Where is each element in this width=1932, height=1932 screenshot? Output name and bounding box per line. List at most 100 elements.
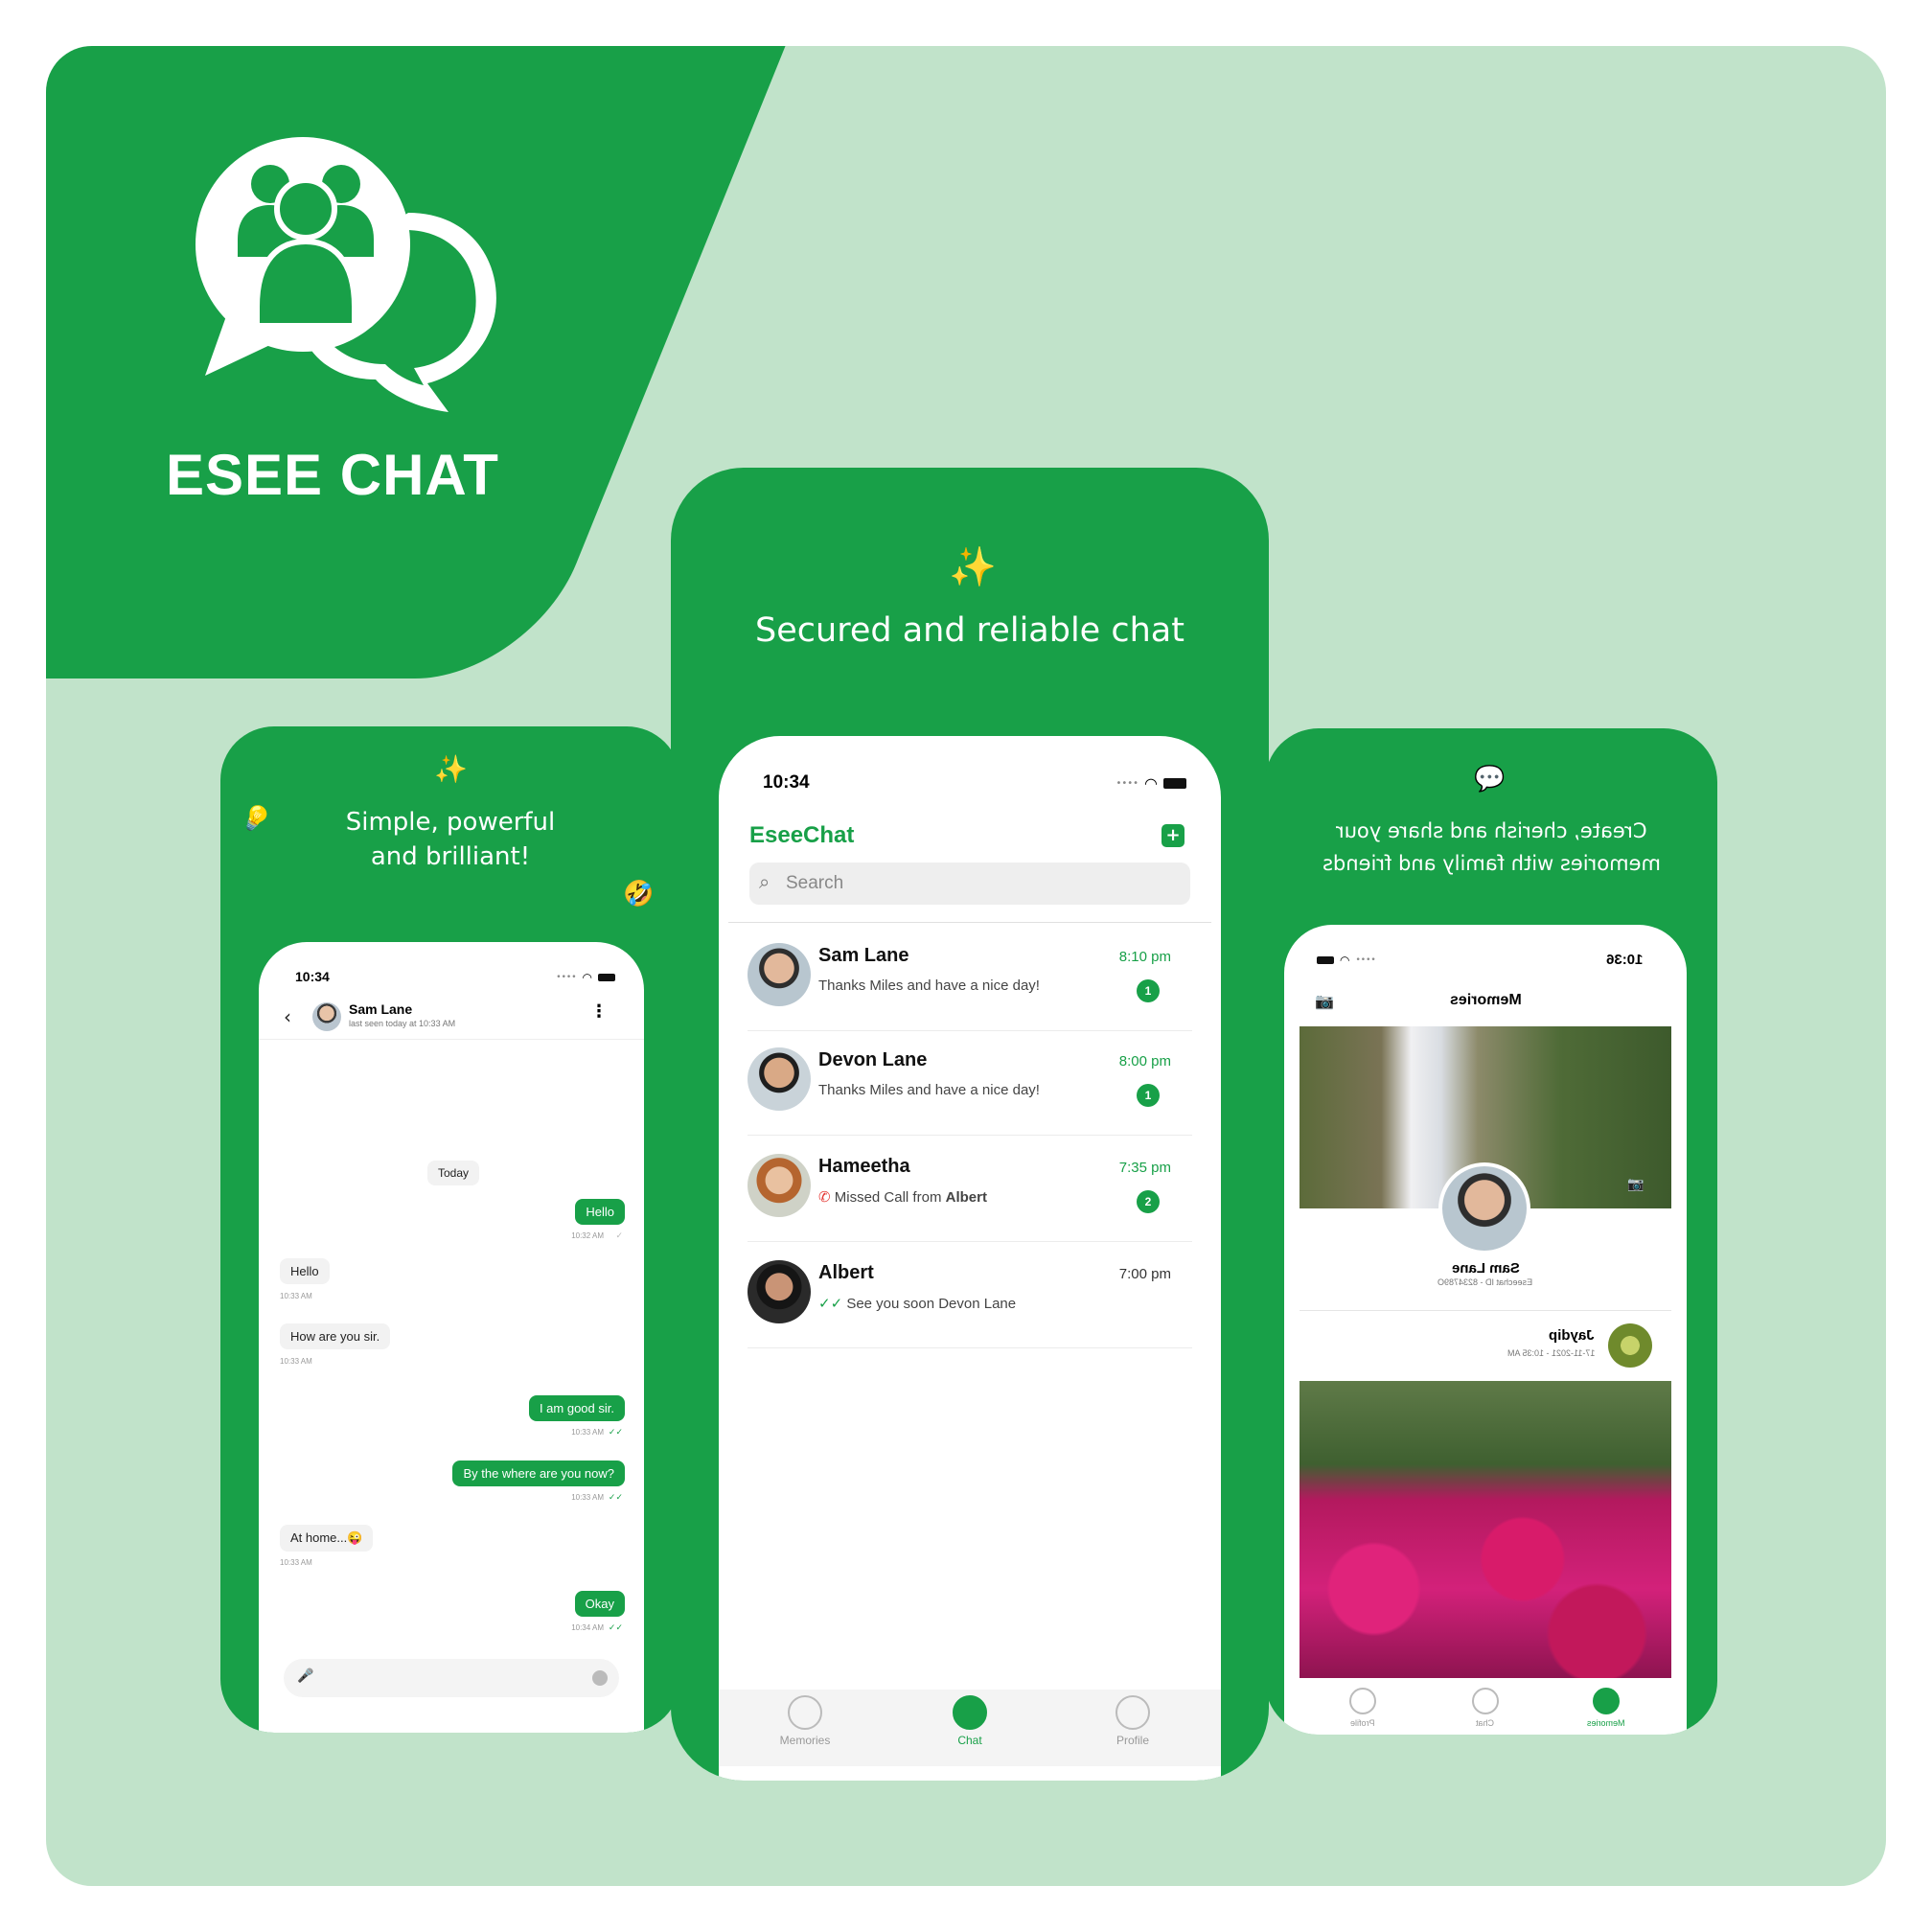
tab-memories[interactable]: Memories — [1549, 1688, 1664, 1728]
wifi-icon: ◠ — [582, 971, 592, 984]
change-cover-icon[interactable]: 📷 — [1627, 1177, 1644, 1192]
tab-label: Profile — [1116, 1734, 1149, 1747]
divider — [1300, 1310, 1671, 1311]
promo-card: ESEE CHAT ✨ 💡 🤣 Simple, powerful and bri… — [46, 46, 1886, 1886]
panel-caption: Simple, powerful and brilliant! — [220, 805, 680, 874]
screen-title-text: Memories — [1449, 992, 1522, 1008]
chat-header: ‹ Sam Lane last seen today at 10:33 AM ⋮ — [259, 996, 644, 1040]
tab-chat[interactable]: Chat — [1428, 1688, 1543, 1728]
profile-id: Eseechat ID - 8234789O — [1284, 1277, 1687, 1287]
read-tick-icon: ✓✓ — [608, 1622, 623, 1632]
message-bubble-out: I am good sir. — [528, 1395, 625, 1421]
group-chat-logo-icon — [196, 137, 496, 412]
chat-list-item[interactable]: Albert ✓✓ See you soon Devon Lane 7:00 p… — [748, 1241, 1192, 1348]
signal-icon: •••• — [556, 973, 577, 982]
read-tick-icon: ✓✓ — [818, 1296, 847, 1312]
missed-call-caller: Albert — [945, 1189, 987, 1206]
message-bubble-out: By the where are you now? — [452, 1460, 625, 1486]
sent-tick-icon: ✓ — [615, 1230, 623, 1240]
chat-name: Hameetha — [818, 1156, 910, 1177]
post-date-text: 17-11-2021 - 10:35 AM — [1506, 1348, 1595, 1358]
more-options-icon[interactable]: ⋮ — [590, 1001, 608, 1022]
contact-avatar[interactable] — [312, 1002, 341, 1031]
wifi-icon: ◠ — [1340, 954, 1350, 967]
search-input[interactable]: ⌕ Search — [749, 862, 1190, 905]
post-date: 17-11-2021 - 10:35 AM — [1507, 1348, 1595, 1358]
post-author-avatar[interactable] — [1608, 1323, 1652, 1368]
caption-line: Simple, powerful — [345, 808, 556, 837]
chat-preview: ✆ Missed Call from Albert — [818, 1188, 987, 1206]
bottom-tab-bar: Memories Chat Profile — [719, 1690, 1221, 1766]
chat-list-item[interactable]: Devon Lane Thanks Miles and have a nice … — [748, 1028, 1192, 1136]
message-time: 10:33 AM — [571, 1493, 604, 1502]
message-time: 10:33 AM — [280, 1357, 312, 1366]
post-author: Jaydip — [1549, 1327, 1595, 1344]
signal-icon: •••• — [1355, 955, 1376, 965]
caption-line: Create, cherish and share your — [1335, 819, 1647, 842]
chat-list-panel: ✨ Secured and reliable chat 10:34 •••• ◠… — [671, 468, 1269, 1781]
chat-time: 7:00 pm — [1118, 1266, 1171, 1282]
memories-icon — [788, 1695, 822, 1730]
tab-profile[interactable]: Profile — [1075, 1695, 1190, 1747]
chat-list-item[interactable]: Hameetha ✆ Missed Call from Albert 7:35 … — [748, 1135, 1192, 1242]
tab-label: Memories — [779, 1734, 831, 1747]
chat-preview-text: See you soon Devon Lane — [846, 1296, 1017, 1312]
chat-name: Sam Lane — [818, 945, 909, 966]
chat-time: 8:10 pm — [1118, 949, 1171, 965]
avatar — [748, 1047, 811, 1111]
chat-name: Albert — [818, 1262, 874, 1283]
chat-list-item[interactable]: Sam Lane Thanks Miles and have a nice da… — [748, 924, 1192, 1031]
message-bubble-out: Okay — [574, 1591, 625, 1617]
chat-screen-panel: ✨ 💡 🤣 Simple, powerful and brilliant! 10… — [220, 726, 680, 1733]
message-time: 10:33 AM — [280, 1292, 312, 1300]
laughing-emoji-icon: 🤣 — [623, 880, 655, 908]
tab-label: Profile — [1350, 1718, 1375, 1728]
tab-chat[interactable]: Chat — [912, 1695, 1027, 1747]
panel-caption: Secured and reliable chat — [755, 611, 1184, 650]
signal-icon: •••• — [1116, 778, 1139, 789]
chat-preview: ✓✓ See you soon Devon Lane — [818, 1295, 1016, 1312]
profile-icon — [1349, 1688, 1376, 1714]
status-icons: •••• ◠ — [556, 971, 615, 984]
tab-label: Memories — [1587, 1718, 1625, 1728]
status-time: 10:34 — [295, 969, 330, 984]
unread-badge: 2 — [1137, 1190, 1160, 1213]
chat-preview: Thanks Miles and have a nice day! — [818, 1082, 1040, 1098]
tab-profile[interactable]: Profile — [1305, 1688, 1420, 1728]
sparkle-icon: ✨ — [434, 753, 468, 785]
brand-title: ESEE CHAT — [166, 443, 499, 507]
message-input[interactable]: 🎤 — [284, 1659, 619, 1697]
missed-call-icon: ✆ — [818, 1189, 835, 1206]
unread-badge: 1 — [1137, 979, 1160, 1002]
message-bubble-out: Hello — [575, 1199, 625, 1225]
chat-icon — [1472, 1688, 1499, 1714]
contact-name[interactable]: Sam Lane — [349, 1001, 412, 1017]
status-time-text: 10:36 — [1605, 952, 1643, 968]
microphone-icon[interactable]: 🎤 — [297, 1668, 313, 1684]
add-attachment-icon[interactable] — [592, 1670, 608, 1686]
message-time: 10:34 AM — [571, 1623, 604, 1632]
wifi-icon: ◠ — [1144, 774, 1158, 793]
missed-call-prefix: Missed Call from — [834, 1189, 946, 1206]
avatar — [748, 1154, 811, 1217]
new-chat-button[interactable]: + — [1162, 824, 1184, 847]
memories-panel: 💬 Create, cherish and share your memorie… — [1265, 728, 1717, 1735]
tab-label: Chat — [1476, 1718, 1495, 1728]
chat-preview: Thanks Miles and have a nice day! — [818, 978, 1040, 994]
speech-bubble-icon: 💬 — [1474, 765, 1506, 794]
chat-time: 7:35 pm — [1118, 1160, 1171, 1176]
search-icon: ⌕ — [759, 870, 770, 893]
profile-avatar[interactable] — [1438, 1162, 1530, 1254]
message-time: 10:33 AM — [280, 1558, 312, 1567]
unread-badge: 1 — [1137, 1084, 1160, 1107]
back-arrow-icon[interactable]: ‹ — [284, 1005, 291, 1028]
message-bubble-in: Hello — [280, 1258, 330, 1284]
search-placeholder: Search — [786, 873, 844, 893]
status-icons: ◠ •••• — [1317, 954, 1376, 967]
chat-icon — [953, 1695, 987, 1730]
memory-photo[interactable] — [1300, 1381, 1671, 1678]
phone-screen: 10:34 •••• ◠ ‹ Sam Lane last seen today … — [259, 942, 644, 1733]
phone-screen: 10:36 ◠ •••• 📷 Memories 📷 Sam Lane Eseec… — [1284, 925, 1687, 1735]
battery-icon — [1317, 956, 1334, 964]
tab-memories[interactable]: Memories — [748, 1695, 862, 1747]
